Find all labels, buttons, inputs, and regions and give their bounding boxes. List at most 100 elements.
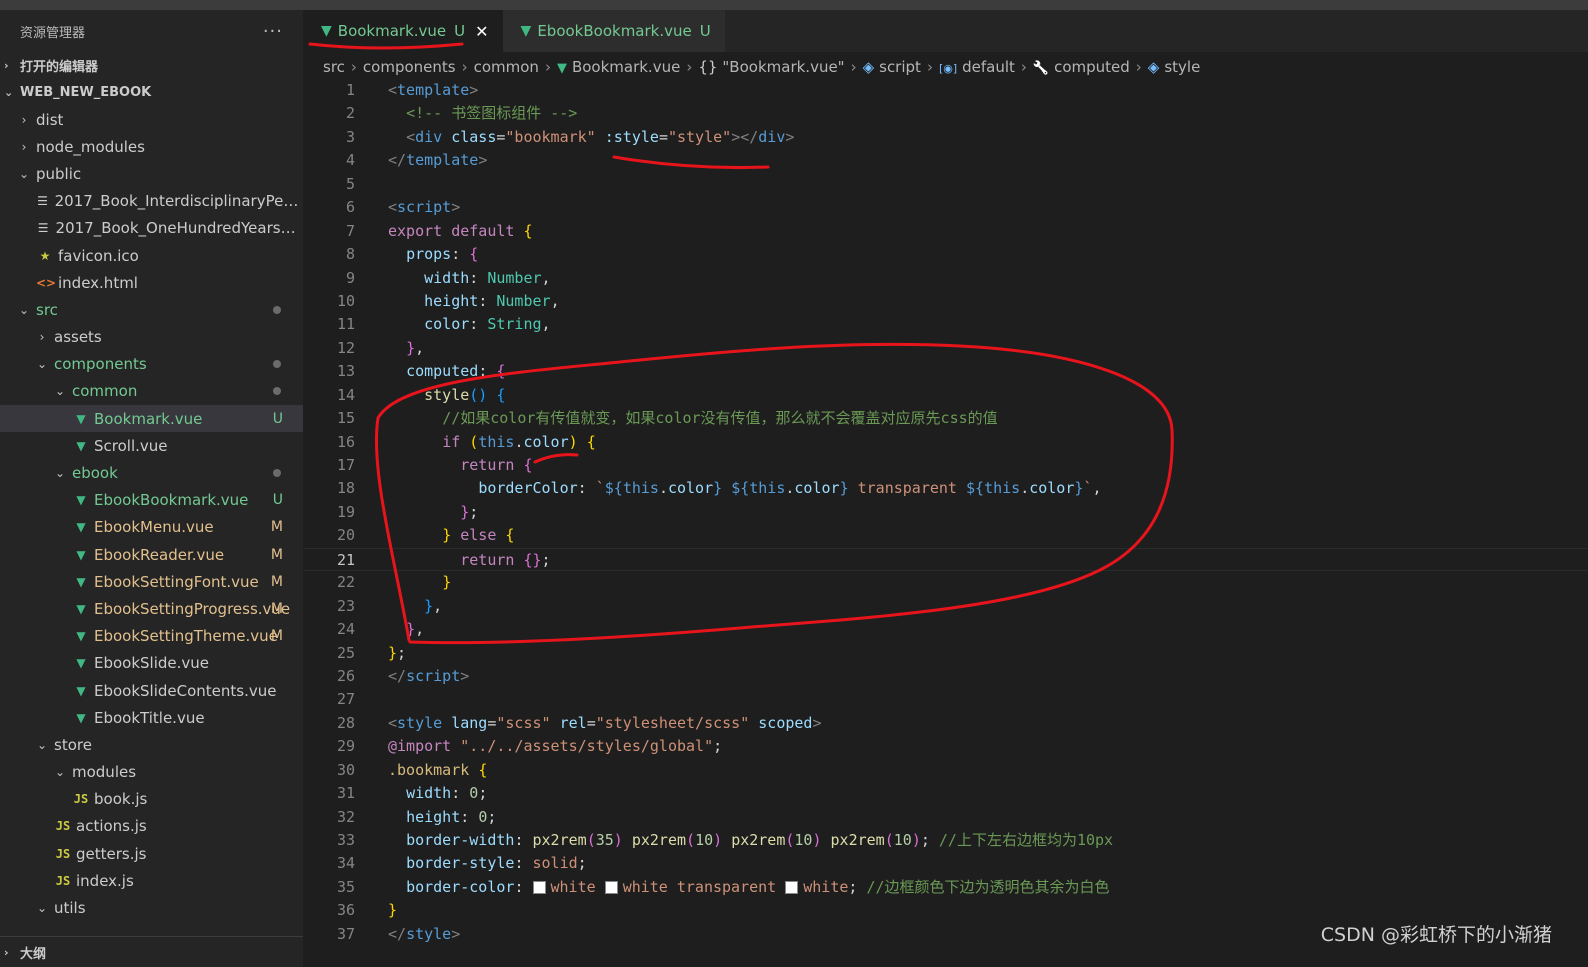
color-swatch-icon[interactable]: [604, 880, 618, 894]
code-line[interactable]: 7 export default {: [303, 220, 1588, 243]
tree-item[interactable]: ▼ EbookSettingFont.vue M: [0, 568, 303, 595]
code-line[interactable]: 20 } else {: [303, 524, 1588, 547]
code-line[interactable]: 5: [303, 173, 1588, 196]
code-line[interactable]: 4 </template>: [303, 149, 1588, 172]
tree-item[interactable]: ▼ EbookSettingTheme.vue M: [0, 623, 303, 650]
breadcrumb-item[interactable]: ▼ Bookmark.vue: [557, 58, 680, 76]
tree-item[interactable]: ▼ Bookmark.vue U: [0, 405, 303, 433]
code-line[interactable]: 24 },: [303, 618, 1588, 641]
tab-bookmark-vue[interactable]: ▼ Bookmark.vue U ✕: [303, 10, 503, 52]
tree-item[interactable]: › dist: [0, 106, 303, 133]
code-line[interactable]: 18 borderColor: `${this.color} ${this.co…: [303, 477, 1588, 500]
code-text: return {};: [388, 549, 550, 572]
tree-item[interactable]: ▼ EbookSlide.vue: [0, 650, 303, 677]
breadcrumb-item[interactable]: {} "Bookmark.vue": [698, 58, 844, 76]
tree-item[interactable]: ⌄ utils: [0, 894, 303, 921]
code-line[interactable]: 2 <!-- 书签图标组件 -->: [303, 102, 1588, 125]
code-line[interactable]: 28 <style lang="scss" rel="stylesheet/scs…: [303, 712, 1588, 735]
code-token: =: [658, 127, 668, 146]
code-line[interactable]: 23 },: [303, 595, 1588, 618]
code-line[interactable]: 32 height: 0;: [303, 806, 1588, 829]
code-line[interactable]: 13 computed: {: [303, 360, 1588, 383]
code-editor[interactable]: 1 <template> 2 <!-- 书签图标组件 --> 3 <div class…: [303, 79, 1588, 967]
code-line[interactable]: 15 //如果color有传值就变，如果color没有传值，那么就不会覆盖对应原…: [303, 407, 1588, 430]
code-line[interactable]: 33 border-width: px2rem(35) px2rem(10) p…: [303, 829, 1588, 852]
tree-item[interactable]: <> index.html: [0, 269, 303, 296]
code-line[interactable]: 30 .bookmark {: [303, 759, 1588, 782]
code-line[interactable]: 8 props: {: [303, 243, 1588, 266]
code-line[interactable]: 9 width: Number,: [303, 267, 1588, 290]
project-section[interactable]: ⌄ WEB_NEW_EBOOK: [0, 79, 303, 106]
tree-item[interactable]: ▼ EbookMenu.vue M: [0, 514, 303, 541]
code-line[interactable]: 25};: [303, 642, 1588, 665]
code-line[interactable]: 10 height: Number,: [303, 290, 1588, 313]
tree-item[interactable]: ⌄ src: [0, 296, 303, 323]
tree-item[interactable]: ▼ EbookBookmark.vue U: [0, 487, 303, 514]
tree-item[interactable]: ☰ 2017_Book_InterdisciplinaryPerspe...: [0, 188, 303, 215]
tree-item[interactable]: ⌄ public: [0, 160, 303, 187]
code-line[interactable]: 22 }: [303, 571, 1588, 594]
code-line[interactable]: 17 return {: [303, 454, 1588, 477]
tree-item[interactable]: ⌄ ebook: [0, 459, 303, 486]
tree-item[interactable]: ▼ EbookReader.vue M: [0, 541, 303, 568]
open-editors-section[interactable]: › 打开的编辑器: [0, 52, 303, 79]
code-line[interactable]: 6 <script>: [303, 196, 1588, 219]
code-line[interactable]: 1 <template>: [303, 79, 1588, 102]
code-line[interactable]: 34 border-style: solid;: [303, 852, 1588, 875]
tab-ebookbookmark-vue[interactable]: ▼ EbookBookmark.vue U: [502, 10, 725, 52]
breadcrumb-item[interactable]: [◉] default: [939, 58, 1015, 76]
tree-item[interactable]: ⌄ common: [0, 378, 303, 405]
code-line[interactable]: 3 <div class="bookmark" :style="style"><…: [303, 126, 1588, 149]
code-line[interactable]: 31 width: 0;: [303, 782, 1588, 805]
tree-item[interactable]: ▼ EbookTitle.vue: [0, 704, 303, 731]
code-text: borderColor: `${this.color} ${this.color…: [388, 477, 1101, 500]
tree-item[interactable]: ▼ EbookSlideContents.vue: [0, 677, 303, 704]
tree-item[interactable]: JS book.js: [0, 786, 303, 813]
breadcrumb-item[interactable]: components: [363, 58, 456, 76]
tree-item[interactable]: › assets: [0, 324, 303, 351]
tree-item[interactable]: ⌄ store: [0, 731, 303, 758]
code-token: (): [469, 385, 488, 404]
code-line[interactable]: 27: [303, 688, 1588, 711]
tree-item[interactable]: ⌄ components: [0, 351, 303, 378]
tree-item[interactable]: ⌄ modules: [0, 759, 303, 786]
code-line[interactable]: 16 if (this.color) {: [303, 431, 1588, 454]
code-line[interactable]: 11 color: String,: [303, 313, 1588, 336]
color-swatch-icon[interactable]: [785, 880, 799, 894]
tree-item-label: src: [36, 300, 58, 319]
tree-item[interactable]: ★ favicon.ico: [0, 242, 303, 269]
more-actions-button[interactable]: ···: [263, 21, 283, 42]
modified-dot-icon: [273, 360, 281, 369]
code-line[interactable]: 35 border-color: white white transparent…: [303, 876, 1588, 899]
tree-item[interactable]: ▼ Scroll.vue: [0, 432, 303, 459]
tree-item-label: utils: [54, 899, 86, 918]
breadcrumb-item[interactable]: ◈ style: [1148, 58, 1201, 76]
tree-item-label: EbookSlide.vue: [94, 654, 210, 673]
tree-item[interactable]: ☰ 2017_Book_OneHundredYearsOfC...: [0, 215, 303, 242]
tree-item[interactable]: JS index.js: [0, 867, 303, 894]
code-line[interactable]: 19 };: [303, 501, 1588, 524]
tree-item-label: assets: [54, 328, 102, 347]
breadcrumb-item[interactable]: ◈ script: [863, 58, 921, 76]
tab-git-status: U: [699, 22, 711, 40]
close-icon[interactable]: ✕: [475, 22, 488, 41]
code-line[interactable]: 14 style() {: [303, 384, 1588, 407]
color-swatch-icon[interactable]: [532, 880, 546, 894]
breadcrumb-item[interactable]: 🔧 computed: [1033, 58, 1130, 76]
breadcrumb-item[interactable]: common: [474, 58, 539, 76]
code-line[interactable]: 21 return {};: [303, 547, 1588, 572]
tree-item[interactable]: › node_modules: [0, 133, 303, 160]
code-line[interactable]: 12 },: [303, 337, 1588, 360]
vue-file-icon: ▼: [76, 547, 86, 562]
breadcrumb-item[interactable]: src: [323, 58, 345, 76]
code-line[interactable]: 29 @import "../../assets/styles/global";: [303, 735, 1588, 758]
code-line[interactable]: 26 </script>: [303, 665, 1588, 688]
tree-item[interactable]: JS getters.js: [0, 840, 303, 867]
tree-item[interactable]: JS actions.js: [0, 813, 303, 840]
outline-section[interactable]: › 大纲: [0, 936, 303, 967]
tree-item[interactable]: ▼ EbookSettingProgress.vue M: [0, 595, 303, 622]
code-token: ,: [541, 268, 551, 287]
